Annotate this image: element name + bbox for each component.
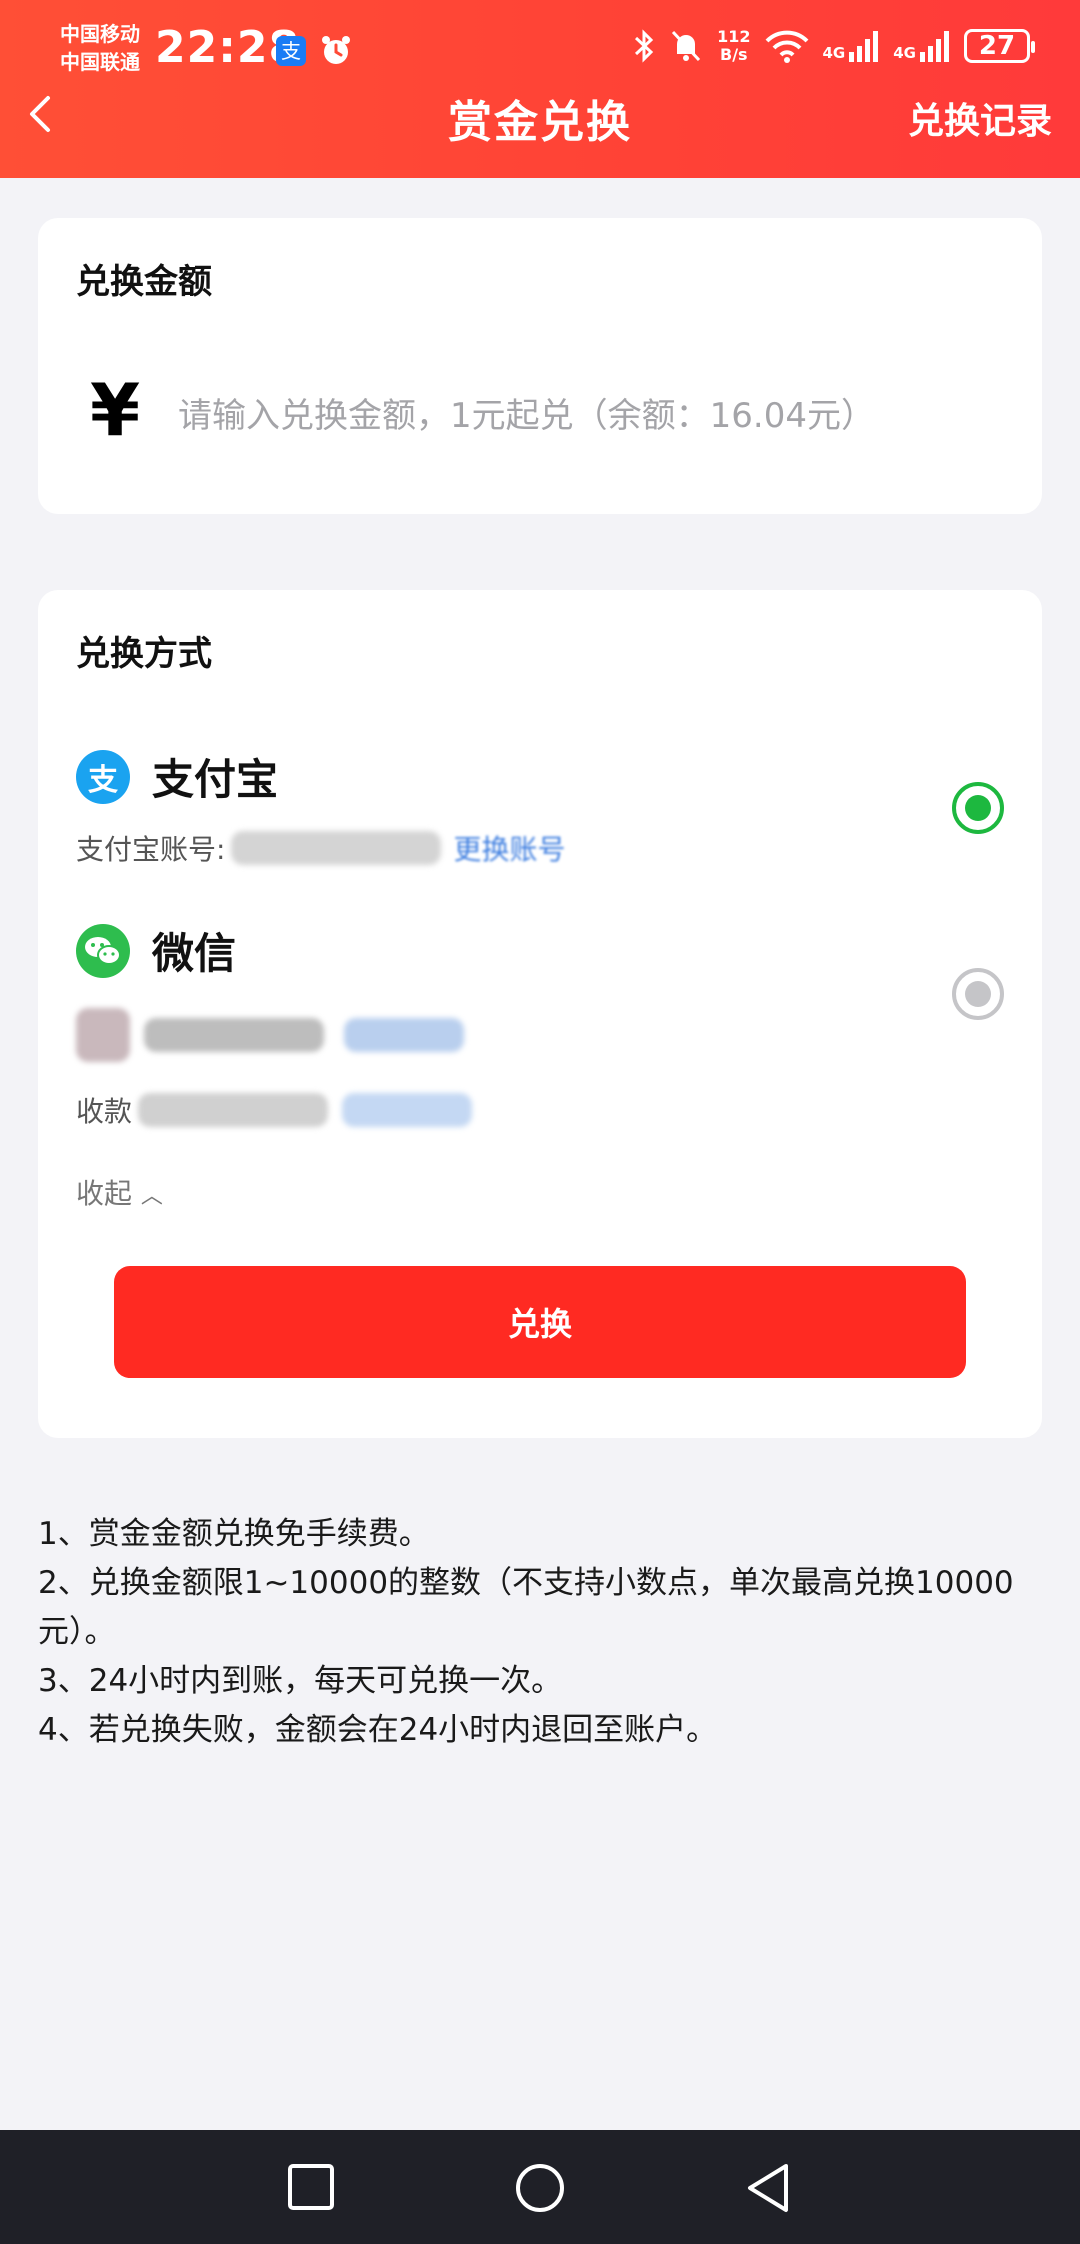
wechat-payee-line: 收款 xyxy=(76,1090,473,1130)
change-account-link[interactable]: 更换账号 xyxy=(453,828,565,868)
status-bar: 中国移动 中国联通 22:28 支 112 B/s 4G 4G 27 xyxy=(0,0,1080,95)
mute-bell-icon xyxy=(671,30,701,62)
amount-input[interactable] xyxy=(178,386,998,446)
bluetooth-icon xyxy=(635,29,654,63)
battery-indicator: 27 xyxy=(964,29,1035,63)
exchange-button[interactable]: 兑换 xyxy=(114,1266,966,1378)
carrier-info: 中国移动 中国联通 xyxy=(60,20,140,76)
rule-item: 4、若兑换失败，金额会在24小时内退回至账户。 xyxy=(38,1712,718,1748)
status-icons: 112 B/s 4G 4G 27 xyxy=(633,28,1035,64)
radio-alipay-selected[interactable] xyxy=(952,782,1004,834)
signal-bars-icon xyxy=(920,31,949,62)
network-speed-value: 112 xyxy=(717,27,751,46)
network-speed-unit: B/s xyxy=(720,45,748,64)
rules-list: 1、赏金金额兑换免手续费。 2、兑换金额限1~10000的整数（不支持小数点，单… xyxy=(38,1510,1048,1755)
method-card-title: 兑换方式 xyxy=(76,634,212,674)
masked-account xyxy=(231,831,442,865)
header: 中国移动 中国联通 22:28 支 112 B/s 4G 4G 27 赏金兑换 … xyxy=(0,0,1080,178)
masked-link[interactable] xyxy=(344,1018,464,1052)
alarm-icon xyxy=(322,36,350,64)
wechat-user-line xyxy=(76,1008,464,1062)
currency-symbol: ¥ xyxy=(90,368,141,452)
system-nav-bar xyxy=(0,2130,1080,2244)
carrier-1: 中国移动 xyxy=(60,22,140,46)
collapse-label: 收起 xyxy=(76,1177,133,1210)
rule-item: 1、赏金金额兑换免手续费。 xyxy=(38,1516,430,1552)
alipay-notification-icon: 支 xyxy=(276,36,306,66)
network-type-1: 4G xyxy=(822,44,846,62)
signal-1: 4G xyxy=(823,30,880,62)
masked-payee xyxy=(138,1093,329,1127)
chevron-up-icon: ︿ xyxy=(140,1184,163,1209)
rule-item: 3、24小时内到账，每天可兑换一次。 xyxy=(38,1663,563,1699)
network-type-2: 4G xyxy=(893,44,916,62)
method-card: 兑换方式 支 支付宝 支付宝账号: 更换账号 微信 收款 收起 ︿ 兑换 xyxy=(38,590,1042,1438)
wechat-avatar xyxy=(76,1008,130,1062)
carrier-2: 中国联通 xyxy=(60,50,140,74)
alipay-account-label: 支付宝账号: xyxy=(76,833,226,866)
radio-wechat[interactable] xyxy=(952,968,1004,1020)
signal-2: 4G xyxy=(893,30,950,62)
rule-item: 2、兑换金额限1~10000的整数（不支持小数点，单次最高兑换10000元）。 xyxy=(38,1565,1014,1650)
signal-bars-icon xyxy=(849,31,879,62)
network-speed: 112 B/s xyxy=(717,28,750,64)
alipay-account-line: 支付宝账号: 更换账号 xyxy=(76,828,565,868)
method-wechat[interactable]: 微信 xyxy=(76,920,236,981)
wifi-icon xyxy=(765,30,808,63)
masked-nickname xyxy=(144,1018,324,1052)
recent-apps-icon[interactable] xyxy=(286,2162,336,2212)
wechat-bubbles-icon xyxy=(85,936,121,965)
amount-card-title: 兑换金额 xyxy=(76,262,212,302)
wechat-icon xyxy=(76,923,130,978)
method-name-alipay: 支付宝 xyxy=(152,755,279,804)
method-name-wechat: 微信 xyxy=(152,929,237,978)
masked-payee-link[interactable] xyxy=(342,1093,473,1127)
home-icon[interactable] xyxy=(514,2162,566,2214)
exchange-history-link[interactable]: 兑换记录 xyxy=(908,92,1052,144)
amount-card: 兑换金额 ¥ xyxy=(38,218,1042,514)
wechat-payee-label: 收款 xyxy=(76,1095,133,1128)
back-triangle-icon[interactable] xyxy=(744,2162,792,2214)
alipay-icon: 支 xyxy=(76,749,130,804)
method-alipay[interactable]: 支 支付宝 xyxy=(76,746,278,807)
collapse-toggle[interactable]: 收起 ︿ xyxy=(76,1172,163,1212)
